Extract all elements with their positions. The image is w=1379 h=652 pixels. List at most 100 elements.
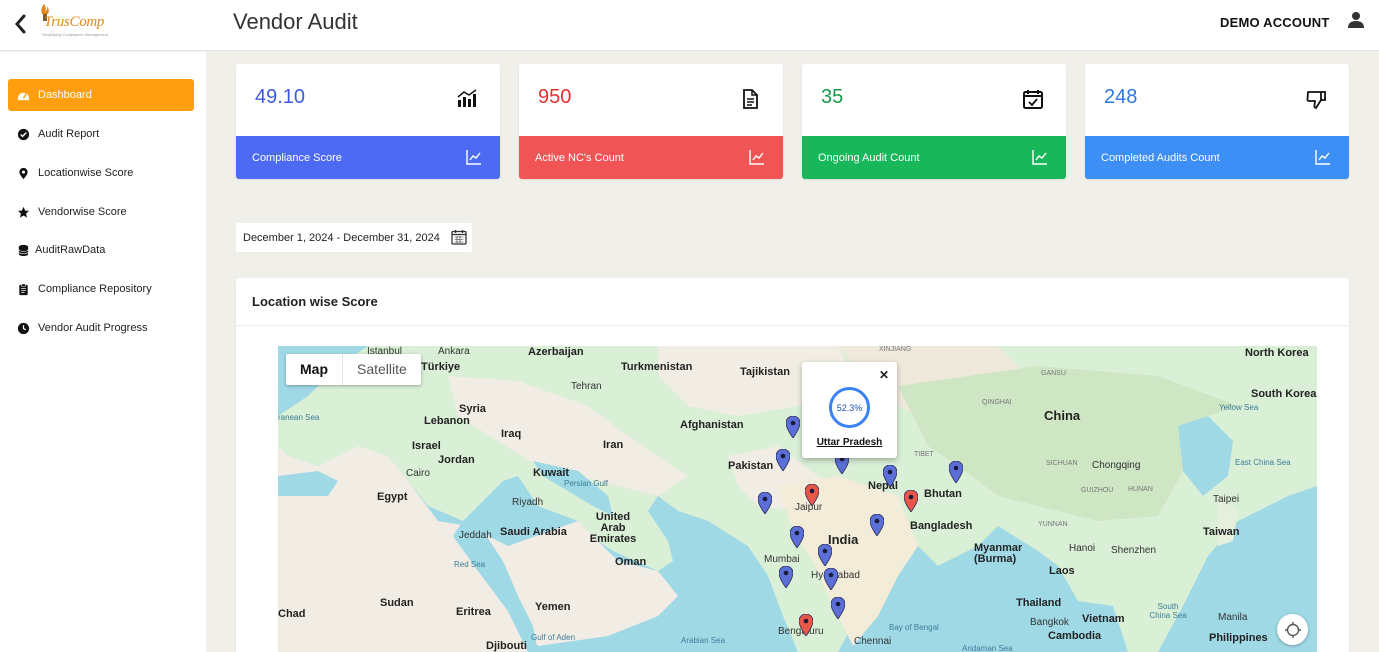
card-label: Compliance Score xyxy=(252,151,342,164)
card-value: 950 xyxy=(538,86,572,108)
active-nc-count-card[interactable]: 950 Active NC's Count xyxy=(519,64,783,179)
sidebar-item-label: Vendorwise Score xyxy=(38,206,127,218)
location-map[interactable]: Map Satellite China India Pakistan Afgha… xyxy=(278,346,1317,652)
sidebar-item-label: Compliance Repository xyxy=(38,283,152,295)
location-pin[interactable] xyxy=(789,525,805,549)
map-label: GANSU xyxy=(1041,370,1066,377)
map-label: Djibouti xyxy=(486,640,527,652)
map-label: Eritrea xyxy=(456,606,491,618)
card-label: Ongoing Audit Count xyxy=(818,151,920,164)
ongoing-audit-count-card[interactable]: 35 Ongoing Audit Count xyxy=(802,64,1066,179)
location-pin[interactable] xyxy=(869,513,885,537)
page-title: Vendor Audit xyxy=(233,9,358,34)
sidebar-item-compliance-repository[interactable]: Compliance Repository xyxy=(8,273,194,305)
sidebar-item-label: Locationwise Score xyxy=(38,167,134,179)
card-value: 248 xyxy=(1104,86,1138,108)
map-option[interactable]: Map xyxy=(286,354,342,385)
popup-location-link[interactable]: Uttar Pradesh xyxy=(802,437,897,448)
map-label: Tajikistan xyxy=(740,366,790,378)
location-pin[interactable] xyxy=(830,596,846,620)
map-label: Yellow Sea xyxy=(1219,403,1259,412)
calendar-icon[interactable] xyxy=(451,229,467,245)
sidebar-item-label: Audit Report xyxy=(38,128,100,140)
map-label: Mumbai xyxy=(764,554,800,565)
sidebar-item-audit-report[interactable]: Audit Report xyxy=(8,118,194,150)
map-label: Hanoi xyxy=(1069,543,1096,554)
map-label: GUIZHOU xyxy=(1081,487,1114,494)
map-label: Thailand xyxy=(1016,597,1062,609)
location-pin[interactable] xyxy=(882,464,898,488)
map-label: East China Sea xyxy=(1235,458,1291,467)
popup-score: 52.3% xyxy=(836,402,863,413)
map-label: South China Sea xyxy=(1149,602,1187,620)
account-name[interactable]: DEMO ACCOUNT xyxy=(1220,15,1330,30)
map-label: United Arab Emirates xyxy=(589,511,637,545)
document-icon xyxy=(739,88,761,110)
map-label: Egypt xyxy=(377,491,408,503)
back-arrow-icon[interactable] xyxy=(12,12,32,36)
location-pin[interactable] xyxy=(785,415,801,439)
map-label: India xyxy=(828,532,859,547)
location-pin[interactable] xyxy=(775,448,791,472)
card-value: 35 xyxy=(821,86,844,108)
card-footer: Ongoing Audit Count xyxy=(802,136,1066,179)
map-label: Shenzhen xyxy=(1111,545,1157,556)
completed-audits-count-card[interactable]: 248 Completed Audits Count xyxy=(1085,64,1349,179)
compliance-score-card[interactable]: 49.10 Compliance Score xyxy=(236,64,500,179)
map-label: Pakistan xyxy=(728,460,774,472)
map-label: Andaman Sea xyxy=(962,644,1013,652)
map-label: Arabian Sea xyxy=(681,636,726,645)
location-pin[interactable] xyxy=(823,567,839,591)
map-label: Israel xyxy=(412,440,441,452)
map-label: Manila xyxy=(1218,612,1248,623)
recenter-map-button[interactable] xyxy=(1277,614,1308,645)
card-footer: Active NC's Count xyxy=(519,136,783,179)
clipboard-icon xyxy=(17,283,30,296)
location-pin[interactable] xyxy=(903,489,919,513)
card-footer: Compliance Score xyxy=(236,136,500,179)
sidebar-item-vendorwise-score[interactable]: Vendorwise Score xyxy=(8,196,194,228)
sidebar-item-locationwise-score[interactable]: Locationwise Score xyxy=(8,157,194,189)
check-circle-icon xyxy=(17,128,30,141)
map-label: XINJIANG xyxy=(879,346,912,353)
line-chart-icon xyxy=(1315,150,1330,165)
bar-chart-icon xyxy=(456,88,478,110)
location-pin[interactable] xyxy=(757,491,773,515)
close-icon[interactable]: ✕ xyxy=(879,368,889,382)
map-label: Chongqing xyxy=(1092,460,1141,471)
sidebar-item-auditrawdata[interactable]: AuditRawData xyxy=(8,234,194,266)
location-card-header: Location wise Score xyxy=(236,278,1349,326)
map-label: Bangkok xyxy=(1030,617,1069,628)
sidebar-item-dashboard[interactable]: Dashboard xyxy=(8,79,194,111)
map-label: Ankara xyxy=(438,346,470,357)
map-label: Sudan xyxy=(380,597,414,609)
card-footer: Completed Audits Count xyxy=(1085,136,1349,179)
database-icon xyxy=(17,244,30,257)
map-label: Taiwan xyxy=(1203,526,1240,538)
map-label: Azerbaijan xyxy=(528,346,584,358)
map-label: Iran xyxy=(603,439,624,451)
map-label: TIBET xyxy=(914,451,934,458)
sidebar-item-vendor-audit-progress[interactable]: Vendor Audit Progress xyxy=(8,312,194,344)
calendar-check-icon xyxy=(1022,88,1044,110)
map-label: HUNAN xyxy=(1128,486,1153,493)
map-label: Afghanistan xyxy=(680,419,744,431)
clock-icon xyxy=(17,322,30,335)
map-label: Cambodia xyxy=(1048,630,1102,642)
location-pin[interactable] xyxy=(804,483,820,507)
satellite-option[interactable]: Satellite xyxy=(342,354,421,385)
map-label: Red Sea xyxy=(454,560,486,569)
map-label: Vietnam xyxy=(1082,613,1125,625)
location-pin[interactable] xyxy=(778,565,794,589)
dashboard-icon xyxy=(17,89,30,102)
thumbs-down-icon xyxy=(1305,88,1327,110)
map-label: Bay of Bengal xyxy=(889,623,939,632)
user-icon[interactable] xyxy=(1347,11,1365,29)
location-pin[interactable] xyxy=(798,613,814,637)
map-label: Oman xyxy=(615,556,647,568)
date-range-picker[interactable]: December 1, 2024 - December 31, 2024 xyxy=(236,223,472,252)
location-pin[interactable] xyxy=(817,543,833,567)
card-value: 49.10 xyxy=(255,86,306,108)
map-label: Syria xyxy=(459,403,486,415)
location-pin[interactable] xyxy=(948,460,964,484)
